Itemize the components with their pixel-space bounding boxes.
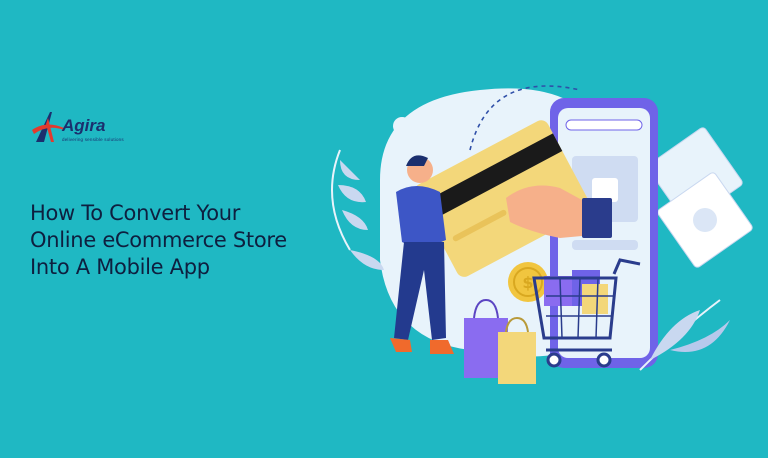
cash-icon [647, 127, 753, 268]
agira-logo: Agira delivering sensible solutions [30, 106, 140, 150]
coin-icon: $ [508, 262, 548, 302]
leaf-icon [331, 149, 384, 270]
title-line: Into A Mobile App [30, 255, 210, 279]
title-line: How To Convert Your [30, 201, 241, 225]
coin-symbol: $ [522, 273, 533, 292]
title-line: Online eCommerce Store [30, 228, 287, 252]
page-title: How To Convert Your Online eCommerce Sto… [30, 200, 360, 281]
agira-logo-mark-icon [32, 112, 64, 142]
bubble [393, 117, 411, 135]
shoe [390, 338, 412, 352]
ecommerce-illustration: $ [331, 85, 753, 384]
logo-brand-name: Agira [62, 116, 106, 135]
logo-tagline: delivering sensible solutions [62, 137, 124, 142]
